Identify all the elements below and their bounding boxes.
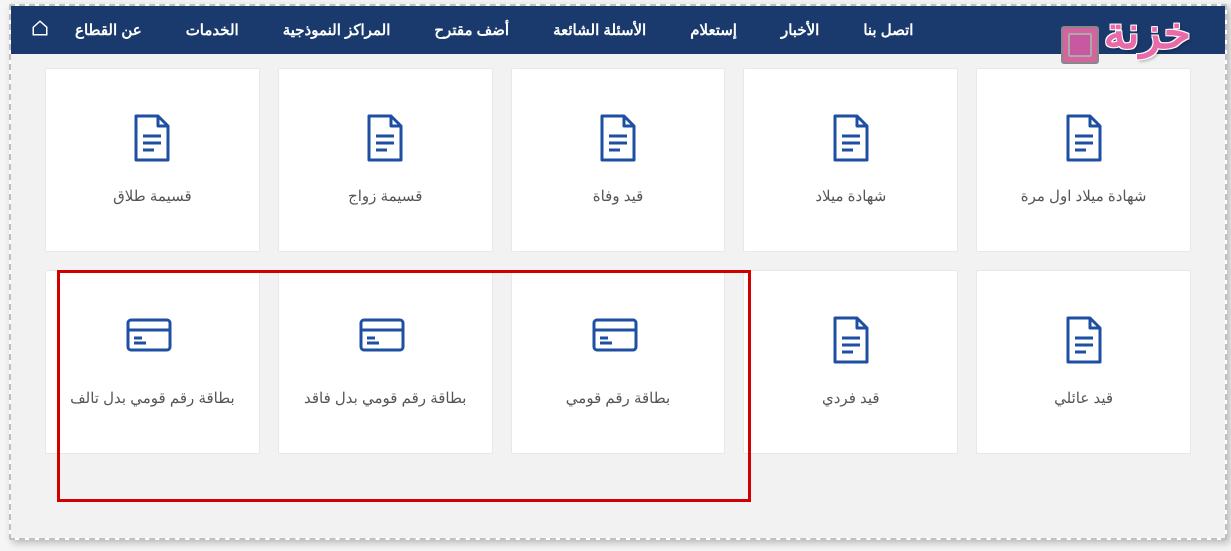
card-national-id-damaged[interactable]: بطاقة رقم قومي بدل تالف [45, 270, 260, 454]
document-icon [363, 112, 407, 164]
document-icon [130, 112, 174, 164]
document-icon [596, 112, 640, 164]
card-label: قيد عائلي [1054, 388, 1113, 411]
card-label: قيد وفاة [593, 186, 644, 209]
content-area: شهادة ميلاد اول مرة شهادة ميلاد قيد وفاة… [11, 54, 1225, 538]
nav-centers[interactable]: المراكز النموذجية [261, 21, 413, 39]
nav-contact[interactable]: اتصل بنا [841, 21, 935, 39]
navbar: عن القطاع الخدمات المراكز النموذجية أضف … [11, 6, 1225, 54]
safe-icon [1061, 26, 1099, 64]
card-national-id-lost[interactable]: بطاقة رقم قومي بدل فاقد [278, 270, 493, 454]
id-card-icon [596, 314, 640, 366]
card-birth[interactable]: شهادة ميلاد [743, 68, 958, 252]
document-icon [1062, 314, 1106, 366]
card-label: بطاقة رقم قومي [566, 388, 670, 411]
nav-inquiry[interactable]: إستعلام [668, 21, 759, 39]
document-icon [829, 112, 873, 164]
card-death[interactable]: قيد وفاة [511, 68, 726, 252]
nav-services[interactable]: الخدمات [164, 21, 261, 39]
card-label: قيد فردي [822, 388, 880, 411]
app-window: عن القطاع الخدمات المراكز النموذجية أضف … [9, 4, 1227, 540]
card-label: بطاقة رقم قومي بدل تالف [70, 388, 235, 411]
card-label: قسيمة زواج [348, 186, 422, 209]
card-marriage[interactable]: قسيمة زواج [278, 68, 493, 252]
card-family-record[interactable]: قيد عائلي [976, 270, 1191, 454]
card-national-id[interactable]: بطاقة رقم قومي [511, 270, 726, 454]
card-label: بطاقة رقم قومي بدل فاقد [304, 388, 467, 411]
nav-about[interactable]: عن القطاع [53, 21, 164, 39]
site-logo[interactable]: خزنة [1059, 12, 1219, 74]
logo-text: خزنة [1104, 8, 1191, 59]
card-label: قسيمة طلاق [113, 186, 192, 209]
id-card-icon [363, 314, 407, 366]
nav-suggest[interactable]: أضف مقترح [412, 21, 531, 39]
nav-faq[interactable]: الأسئلة الشائعة [531, 21, 668, 39]
card-individual-record[interactable]: قيد فردي [743, 270, 958, 454]
card-birth-first[interactable]: شهادة ميلاد اول مرة [976, 68, 1191, 252]
services-grid: شهادة ميلاد اول مرة شهادة ميلاد قيد وفاة… [45, 68, 1191, 454]
card-label: شهادة ميلاد [815, 186, 886, 209]
card-divorce[interactable]: قسيمة طلاق [45, 68, 260, 252]
home-icon[interactable] [31, 19, 49, 42]
document-icon [829, 314, 873, 366]
nav-news[interactable]: الأخبار [759, 21, 841, 39]
id-card-icon [130, 314, 174, 366]
document-icon [1062, 112, 1106, 164]
card-label: شهادة ميلاد اول مرة [1021, 186, 1147, 209]
